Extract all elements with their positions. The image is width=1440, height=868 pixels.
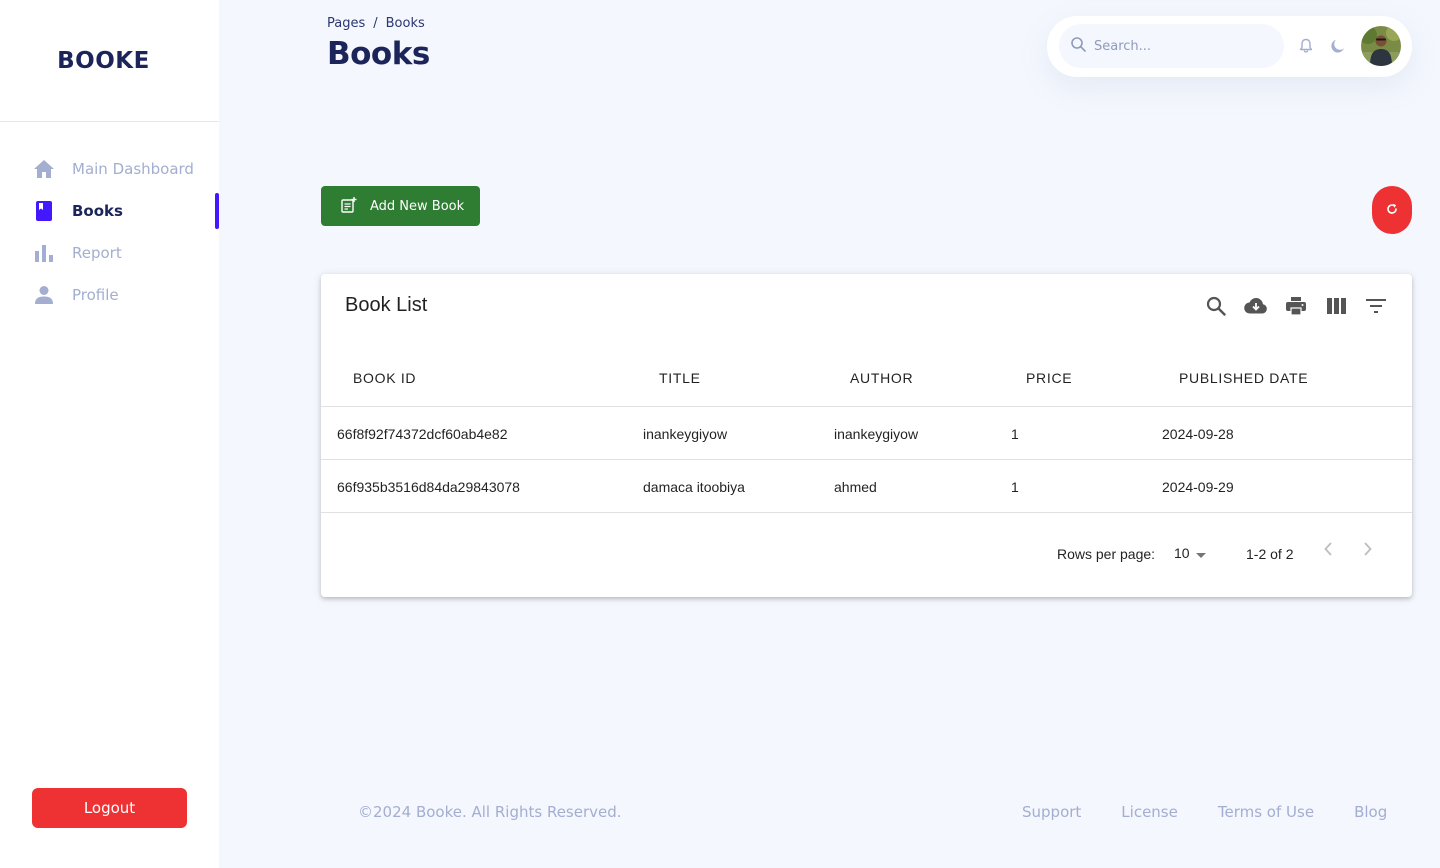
table-pagination: Rows per page: 10 1-2 of 2	[321, 513, 1412, 597]
column-header-book-id[interactable]: BOOK ID	[353, 348, 416, 407]
table-toolbar	[1204, 294, 1388, 318]
cell-author: ahmed	[834, 478, 877, 495]
filter-icon[interactable]	[1364, 294, 1388, 318]
breadcrumb: Pages / Books	[327, 16, 425, 31]
sidebar-item-profile[interactable]: Profile	[0, 274, 219, 316]
table-title: Book List	[345, 294, 428, 316]
column-header-author[interactable]: AUTHOR	[850, 348, 913, 407]
footer-copyright: ©2024 Booke. All Rights Reserved.	[358, 803, 622, 821]
refresh-button[interactable]	[1372, 186, 1412, 234]
add-new-book-label: Add New Book	[370, 198, 465, 214]
chevron-right-icon[interactable]	[1364, 542, 1372, 559]
refresh-icon	[1386, 203, 1398, 218]
bar-chart-icon	[34, 243, 54, 263]
sidebar: BOOKE Main Dashboard Books Report Profil…	[0, 0, 219, 868]
rows-per-page-label: Rows per page:	[1057, 546, 1156, 562]
add-notes-icon	[341, 196, 357, 216]
pagination-range: 1-2 of 2	[1246, 546, 1294, 562]
logout-button[interactable]: Logout	[32, 788, 187, 828]
column-header-published-date[interactable]: PUBLISHED DATE	[1179, 348, 1308, 407]
cell-title: inankeygiyow	[643, 425, 728, 442]
cell-published-date: 2024-09-28	[1162, 425, 1234, 442]
breadcrumb-item-pages[interactable]: Pages	[327, 16, 365, 31]
sidebar-item-label: Profile	[72, 286, 119, 304]
column-header-price[interactable]: PRICE	[1026, 348, 1072, 407]
footer-link-terms[interactable]: Terms of Use	[1218, 803, 1314, 821]
footer-link-license[interactable]: License	[1121, 803, 1178, 821]
cell-price: 1	[1011, 425, 1019, 442]
brand-logo[interactable]: BOOKE	[57, 48, 162, 74]
breadcrumb-item-books[interactable]: Books	[386, 16, 425, 31]
footer-links: Support License Terms of Use Blog	[1022, 803, 1387, 821]
brand: BOOKE	[0, 0, 219, 122]
person-icon	[34, 285, 54, 305]
table-row[interactable]: 66f8f92f74372dcf60ab4e82 inankeygiyow in…	[321, 407, 1412, 460]
chevron-left-icon[interactable]	[1324, 542, 1332, 559]
rows-per-page-select[interactable]: 10	[1174, 545, 1206, 561]
home-icon	[34, 159, 54, 179]
sidebar-item-label: Books	[72, 202, 123, 220]
book-icon	[34, 201, 54, 221]
bell-icon[interactable]	[1299, 38, 1313, 58]
search-input[interactable]	[1094, 38, 1264, 54]
print-icon[interactable]	[1284, 294, 1308, 318]
sidebar-item-label: Report	[72, 244, 122, 262]
sidebar-item-report[interactable]: Report	[0, 232, 219, 274]
add-new-book-button[interactable]: Add New Book	[321, 186, 480, 226]
cell-published-date: 2024-09-29	[1162, 478, 1234, 495]
table-row[interactable]: 66f935b3516d84da29843078 damaca itoobiya…	[321, 460, 1412, 513]
cell-book-id: 66f935b3516d84da29843078	[337, 478, 520, 495]
breadcrumb-separator: /	[373, 16, 378, 31]
footer-link-blog[interactable]: Blog	[1354, 803, 1387, 821]
cell-author: inankeygiyow	[834, 425, 919, 442]
sidebar-item-main-dashboard[interactable]: Main Dashboard	[0, 148, 219, 190]
cloud-download-icon[interactable]	[1244, 294, 1268, 318]
search-icon	[1071, 36, 1086, 56]
search-icon[interactable]	[1204, 294, 1228, 318]
sidebar-item-label: Main Dashboard	[72, 160, 194, 178]
footer-link-support[interactable]: Support	[1022, 803, 1081, 821]
page-title: Books	[327, 36, 430, 72]
book-list-table: Book List BOOK ID TITLE AUTHOR PRICE PUB…	[321, 274, 1412, 597]
sidebar-item-books[interactable]: Books	[0, 190, 219, 232]
cell-title: damaca itoobiya	[643, 478, 745, 495]
rows-per-page-value: 10	[1174, 545, 1190, 561]
avatar[interactable]	[1361, 26, 1401, 66]
view-columns-icon[interactable]	[1324, 294, 1348, 318]
caret-down-icon	[1195, 545, 1206, 561]
cell-price: 1	[1011, 478, 1019, 495]
cell-book-id: 66f8f92f74372dcf60ab4e82	[337, 425, 508, 442]
table-header: BOOK ID TITLE AUTHOR PRICE PUBLISHED DAT…	[321, 348, 1412, 407]
header-toolbar	[1047, 16, 1412, 77]
sidebar-nav: Main Dashboard Books Report Profile	[0, 148, 219, 316]
search-box	[1059, 24, 1284, 68]
moon-icon[interactable]	[1330, 38, 1346, 58]
column-header-title[interactable]: TITLE	[659, 348, 701, 407]
